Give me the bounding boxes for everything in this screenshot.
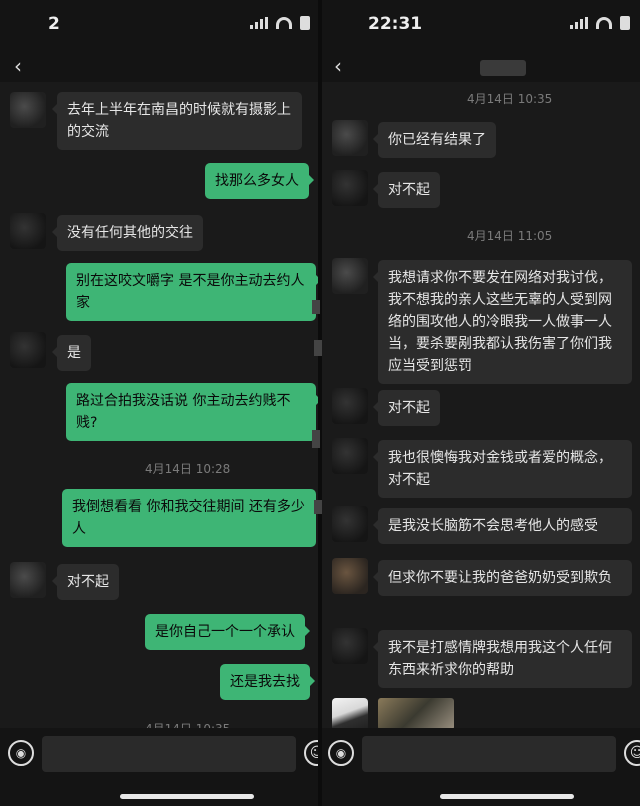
message-bubble-outgoing: 是你自己一个一个承认 <box>145 614 310 650</box>
avatar[interactable] <box>332 506 368 542</box>
message-bubble-incoming: 我不是打感情牌我想用我这个人任何东西来祈求你的帮助 <box>373 630 632 688</box>
message-bubble-incoming: 但求你不要让我的爸爸奶奶受到欺负 <box>373 560 632 596</box>
pixelation-artifact <box>314 340 322 356</box>
message-bubble-incoming: 是我没长脑筋不会思考他人的感受 <box>373 508 632 544</box>
panel-divider <box>318 0 322 806</box>
input-bar: ◉ ☺ <box>320 728 640 806</box>
left-chat-screen: 2 ‹ 去年上半年在南昌的时候就有摄影上的交流 找那么多女人 没有任何其他的交往… <box>0 0 320 806</box>
avatar[interactable] <box>332 438 368 474</box>
message-timestamp: 4月14日 10:28 <box>145 462 231 476</box>
message-input[interactable] <box>42 736 296 772</box>
message-bubble-incoming: 对不起 <box>52 564 119 600</box>
status-time: 2 <box>48 14 60 34</box>
avatar[interactable] <box>332 170 368 206</box>
status-icons <box>570 16 630 30</box>
home-indicator <box>440 794 574 799</box>
wifi-icon <box>596 17 612 29</box>
avatar[interactable] <box>10 213 46 249</box>
message-bubble-incoming: 我想请求你不要发在网络对我讨伐，我不想我的亲人这些无辜的人受到网络的围攻他人的冷… <box>373 260 632 384</box>
message-input[interactable] <box>362 736 616 772</box>
chat-area: 4月14日 10:35 你已经有结果了 对不起 4月14日 11:05 我想请求… <box>320 82 640 734</box>
input-bar: ◉ ☺ <box>0 728 320 806</box>
status-icons <box>250 16 310 30</box>
avatar[interactable] <box>10 562 46 598</box>
avatar[interactable] <box>332 388 368 424</box>
avatar[interactable] <box>332 558 368 594</box>
status-bar: 2 <box>0 0 320 52</box>
back-arrow-icon[interactable]: ‹ <box>14 56 22 76</box>
message-timestamp: 4月14日 11:05 <box>467 229 553 243</box>
nav-bar: ‹ <box>0 52 320 82</box>
status-time: 22:31 <box>368 14 423 34</box>
chat-area: 去年上半年在南昌的时候就有摄影上的交流 找那么多女人 没有任何其他的交往 别在这… <box>0 82 320 736</box>
nav-bar: ‹ <box>320 52 640 82</box>
voice-icon[interactable]: ◉ <box>8 740 34 766</box>
message-bubble-outgoing: 别在这咬文嚼字 是不是你主动去约人家 <box>66 263 320 321</box>
message-bubble-incoming: 是 <box>52 335 91 371</box>
pixelation-artifact <box>312 300 320 314</box>
avatar[interactable] <box>332 628 368 664</box>
message-bubble-incoming: 对不起 <box>373 390 440 426</box>
contact-name-redacted <box>480 60 526 76</box>
avatar[interactable] <box>332 258 368 294</box>
signal-icon <box>570 17 588 29</box>
message-bubble-incoming: 去年上半年在南昌的时候就有摄影上的交流 <box>52 92 302 150</box>
message-bubble-outgoing: 我倒想看看 你和我交往期间 还有多少人 <box>62 489 320 547</box>
voice-icon[interactable]: ◉ <box>328 740 354 766</box>
message-bubble-incoming: 对不起 <box>373 172 440 208</box>
wifi-icon <box>276 17 292 29</box>
avatar[interactable] <box>10 92 46 128</box>
pixelation-artifact <box>314 500 322 514</box>
signal-icon <box>250 17 268 29</box>
message-bubble-outgoing: 路过合拍我没话说 你主动去约贱不贱? <box>66 383 320 441</box>
message-bubble-incoming: 没有任何其他的交往 <box>52 215 203 251</box>
back-arrow-icon[interactable]: ‹ <box>334 56 342 76</box>
message-bubble-outgoing: 还是我去找 <box>220 664 315 700</box>
battery-icon <box>300 16 310 30</box>
message-bubble-incoming: 我也很懊悔我对金钱或者爱的概念，对不起 <box>373 440 632 498</box>
battery-icon <box>620 16 630 30</box>
pixelation-artifact <box>312 430 320 448</box>
avatar[interactable] <box>332 120 368 156</box>
emoji-icon[interactable]: ☺ <box>624 740 640 766</box>
right-chat-screen: 22:31 ‹ 4月14日 10:35 你已经有结果了 对不起 4月14日 11… <box>320 0 640 806</box>
message-bubble-outgoing: 找那么多女人 <box>205 163 314 199</box>
status-bar: 22:31 <box>320 0 640 52</box>
home-indicator <box>120 794 254 799</box>
image-message[interactable] <box>378 698 454 730</box>
message-bubble-incoming: 你已经有结果了 <box>373 122 496 158</box>
message-timestamp: 4月14日 10:35 <box>467 92 553 106</box>
avatar[interactable] <box>10 332 46 368</box>
